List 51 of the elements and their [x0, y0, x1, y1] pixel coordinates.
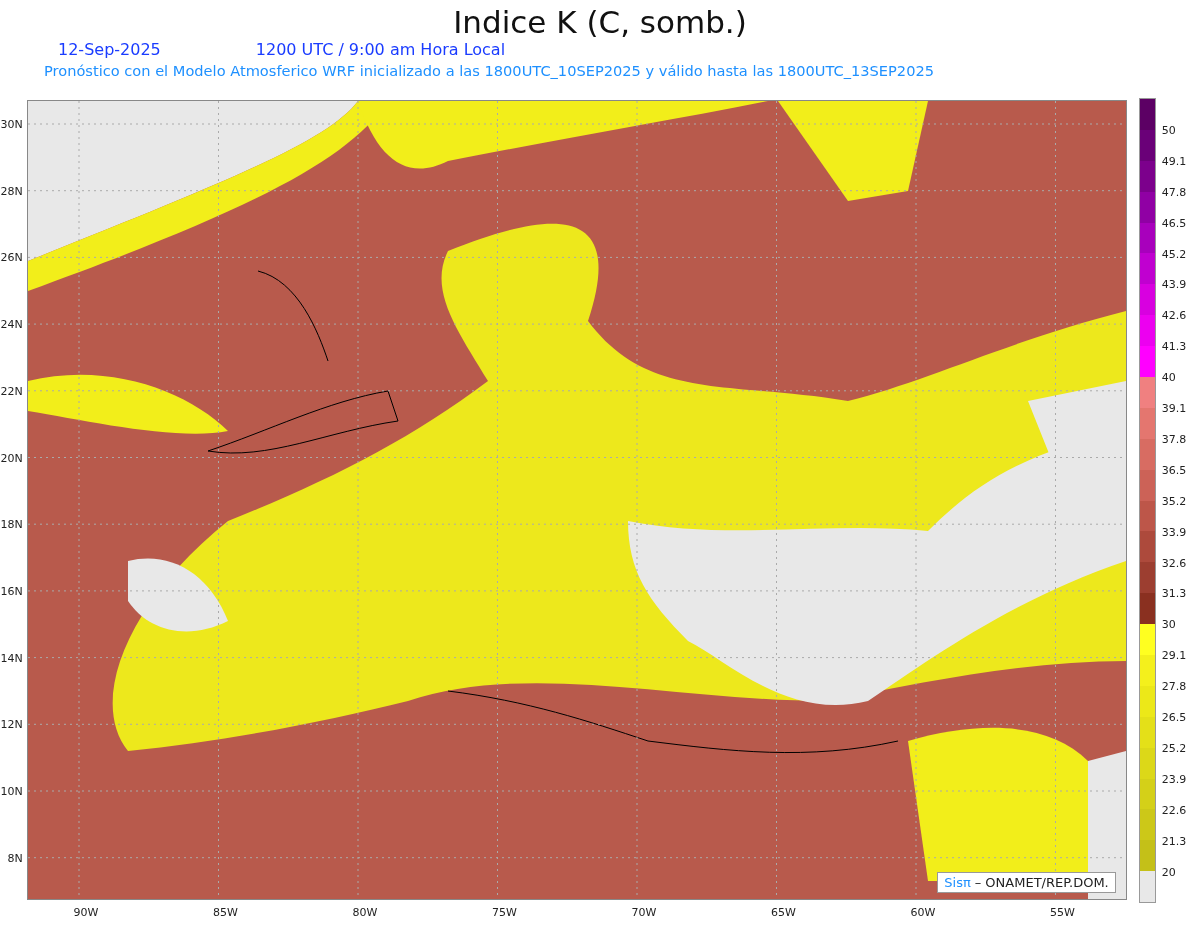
latitude-label: 28N: [0, 184, 23, 198]
colorbar-label: 49.1: [1161, 154, 1187, 168]
colorbar-label: 35.2: [1161, 494, 1187, 508]
colorbar-label: 27.8: [1161, 679, 1187, 693]
colorbar-label: 23.9: [1161, 772, 1187, 786]
colorbar-label: 45.2: [1161, 247, 1187, 260]
longitude-label: 60W: [910, 906, 936, 919]
colorbar-label: 41.3: [1161, 339, 1187, 353]
colorbar-label: 29.1: [1161, 648, 1187, 662]
latitude-label: 30N: [0, 117, 23, 131]
colorbar-label: 36.5: [1161, 463, 1187, 477]
longitude-label: 75W: [492, 906, 517, 919]
colorbar-label: 39.1: [1161, 401, 1187, 415]
latitude-label: 22N: [0, 384, 23, 398]
colorbar-label: 50: [1161, 123, 1176, 137]
colorbar-label: 25.2: [1161, 741, 1187, 755]
colorbar-label: 30: [1161, 617, 1176, 631]
longitude-label: 85W: [213, 906, 238, 919]
colorbar-label: 21.3: [1161, 834, 1187, 848]
latitude-label: 18N: [0, 517, 23, 531]
colorbar-label: 26.5: [1161, 710, 1187, 724]
colorbar-label: 43.9: [1161, 277, 1187, 291]
longitude-label: 80W: [352, 906, 378, 919]
latitude-label: 26N: [0, 250, 23, 264]
longitude-label: 55W: [1050, 906, 1075, 919]
credit-text: – ONAMET/REP.DOM.: [974, 875, 1109, 890]
longitude-label: 65W: [771, 906, 796, 919]
date-label: 12-Sep-2025: [58, 40, 161, 60]
brand-logo: Sisπ: [944, 875, 971, 890]
latitude-label: 12N: [0, 717, 23, 731]
latitude-label: 20N: [0, 451, 23, 464]
colorbar-label: 37.8: [1161, 432, 1187, 446]
colorbar-label: 33.9: [1161, 525, 1187, 539]
latitude-label: 10N: [0, 784, 23, 798]
latitude-label: 8N: [7, 851, 23, 865]
colorbar-label: 32.6: [1161, 556, 1187, 569]
latitude-label: 16N: [0, 584, 23, 598]
colorbar-label: 31.3: [1161, 586, 1187, 600]
time-label: 1200 UTC / 9:00 am Hora Local: [255, 40, 506, 60]
colorbar-label: 20: [1161, 865, 1176, 878]
latitude-label: 24N: [0, 317, 23, 331]
colorbar-label: 42.6: [1161, 308, 1187, 322]
latitude-label: 14N: [0, 651, 23, 665]
colorbar-label: 40: [1161, 370, 1176, 384]
longitude-label: 90W: [73, 906, 99, 919]
forecast-subtitle: Pronóstico con el Modelo Atmosferico WRF inicializado a las 1800UTC_10SEP2025 y válido hasta las 1800UTC_13SEP2025: [44, 61, 934, 81]
longitude-label: 70W: [631, 906, 657, 919]
colorbar-label: 22.6: [1161, 803, 1187, 817]
chart-title: Indice K (C, somb.): [453, 4, 747, 40]
colorbar-label: 47.8: [1161, 185, 1187, 199]
colorbar-label: 46.5: [1161, 216, 1187, 230]
